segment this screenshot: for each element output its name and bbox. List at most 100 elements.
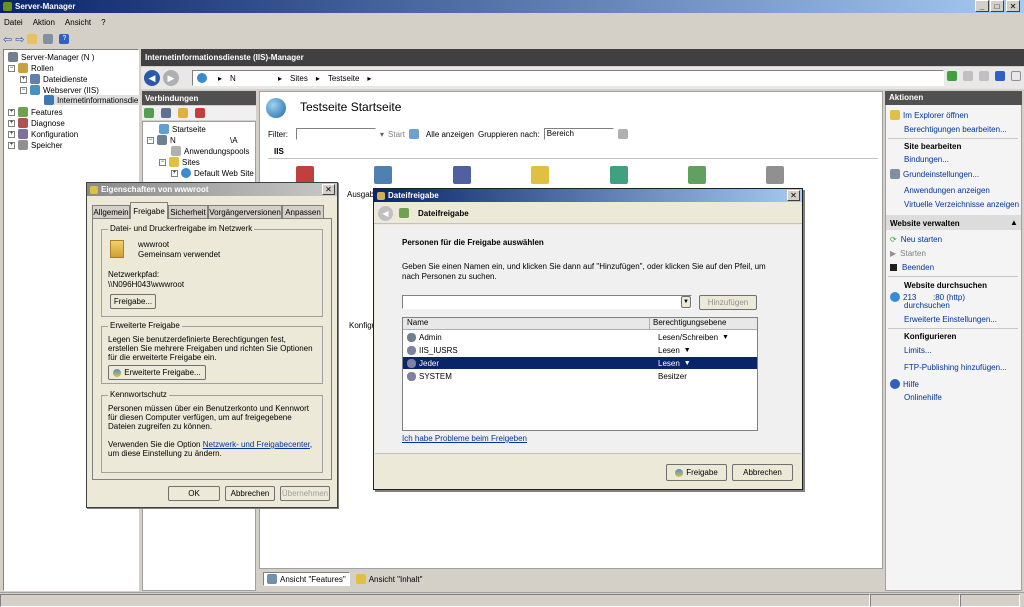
close-button[interactable]: ✕ [1006,0,1020,12]
conn-app-pools[interactable]: Anwendungspools [171,146,249,156]
action-limits[interactable]: Limits... [904,346,932,355]
tree-item-konfiguration[interactable]: + Konfiguration [8,129,78,139]
cancel-button[interactable]: Abbrechen [225,486,275,501]
name-input[interactable] [402,295,692,309]
expand-icon[interactable]: + [8,108,15,116]
permission-dropdown-icon[interactable]: ▼ [684,347,691,354]
action-start[interactable]: ▶ Starten [890,249,926,258]
action-help[interactable]: Hilfe [890,379,919,389]
action-view-apps[interactable]: Anwendungen anzeigen [904,186,990,195]
properties-close-button[interactable]: ✕ [322,184,335,195]
feature-logging-icon[interactable] [688,166,706,184]
expand-icon[interactable]: + [171,169,178,177]
tree-item-diagnose[interactable]: + Diagnose [8,118,65,128]
file-sharing-close-button[interactable]: ✕ [787,190,800,201]
menu-ansicht[interactable]: Ansicht [65,18,91,27]
table-row[interactable]: SYSTEM Besitzer [403,370,757,382]
expand-icon[interactable]: + [8,119,15,127]
minimize-button[interactable]: _ [975,0,989,12]
menu-aktion[interactable]: Aktion [33,18,55,27]
connection-icon[interactable] [195,108,205,118]
permission-dropdown-icon[interactable]: ▼ [684,360,691,367]
share-cancel-button[interactable]: Abbrechen [732,464,793,481]
feature-auth-icon[interactable] [453,166,471,184]
start-filter-icon[interactable]: ▾ [380,130,384,139]
action-open-explorer[interactable]: Im Explorer öffnen [890,110,968,120]
collapse-icon[interactable]: − [8,64,15,72]
apply-button[interactable]: Übernehmen [280,486,330,501]
refresh-icon[interactable] [947,71,957,81]
permission-level[interactable]: Besitzer [654,372,687,381]
ok-button[interactable]: OK [168,486,220,501]
advanced-sharing-button[interactable]: Erweiterte Freigabe... [108,365,206,380]
expand-icon[interactable]: + [8,141,15,149]
table-row[interactable]: Admin Lesen/Schreiben ▼ [403,331,757,343]
share-button[interactable]: Freigabe... [110,294,156,309]
tab-content-view[interactable]: Ansicht "Inhalt" [355,574,422,584]
breadcrumb-site[interactable]: Testseite [328,74,360,83]
menu-help[interactable]: ? [101,18,105,27]
feature-error-icon[interactable] [531,166,549,184]
feature-redirect-icon[interactable] [610,166,628,184]
action-view-vdirs[interactable]: Virtuelle Verzeichnisse anzeigen [904,200,1019,209]
back-icon[interactable]: ◀ [378,205,393,221]
tree-item-dateidienste[interactable]: + Dateidienste [20,74,87,84]
folder-up-icon[interactable] [27,34,38,44]
permission-level[interactable]: Lesen [654,359,680,368]
conn-sites[interactable]: − Sites [159,157,200,167]
help-dropdown-icon[interactable] [995,71,1005,81]
action-online-help[interactable]: Onlinehilfe [904,393,942,402]
conn-startseite[interactable]: Startseite [159,124,206,134]
tab-sicherheit[interactable]: Sicherheit [168,205,208,218]
permission-level[interactable]: Lesen [654,346,680,355]
save-icon[interactable] [161,108,171,118]
forward-icon[interactable]: ⇨ [15,33,24,46]
tree-item-iis-manager[interactable]: Internetinformationsdie [44,95,141,105]
action-ftp[interactable]: FTP-Publishing hinzufügen... [904,363,1007,372]
tab-vorgaengerversionen[interactable]: Vorgängerversionen [208,205,282,218]
view-mode-icon[interactable] [617,129,628,139]
permission-dropdown-icon[interactable]: ▼ [722,334,729,341]
table-row[interactable]: IIS_IUSRS Lesen ▼ [403,344,757,356]
column-name[interactable]: Name [403,318,650,329]
breadcrumb-server[interactable]: N [230,74,270,83]
action-bindings[interactable]: Bindungen... [904,155,949,164]
action-browse-2[interactable]: durchsuchen [904,301,950,310]
folder-icon[interactable] [178,108,188,118]
column-permission-level[interactable]: Berechtigungsebene [650,318,726,329]
permission-level[interactable]: Lesen/Schreiben [654,333,718,342]
group-by-select[interactable]: Bereich [543,128,614,140]
action-advanced-settings[interactable]: Erweiterte Einstellungen... [904,315,997,324]
tree-item-features[interactable]: + Features [8,107,63,117]
tree-root[interactable]: Server-Manager (N ) [8,52,94,62]
maximize-button[interactable]: □ [990,0,1004,12]
action-stop[interactable]: Beenden [890,263,934,272]
conn-default-site[interactable]: + Default Web Site [171,168,254,178]
back-icon[interactable]: ⇦ [3,33,12,46]
collapse-icon[interactable]: − [20,86,27,94]
tab-anpassen[interactable]: Anpassen [282,205,324,218]
table-row[interactable]: Jeder Lesen ▼ [403,357,757,369]
feature-output-icon[interactable] [374,166,392,184]
sharing-problem-link[interactable]: Ich habe Probleme beim Freigeben [402,434,527,443]
conn-server[interactable]: − N \A [147,135,238,145]
tab-features-view[interactable]: Ansicht "Features" [263,572,350,586]
feature-handler-icon[interactable] [766,166,784,184]
expand-icon[interactable]: + [8,130,15,138]
tree-item-rollen[interactable]: − Rollen [8,63,54,73]
action-edit-permissions[interactable]: Berechtigungen bearbeiten... [904,125,1007,134]
name-dropdown-button[interactable]: ▼ [681,296,691,308]
breadcrumb-sites[interactable]: Sites [290,74,308,83]
console-icon[interactable] [43,34,54,44]
collapse-icon[interactable]: − [147,136,154,144]
tab-freigabe[interactable]: Freigabe [130,202,168,219]
action-basic-settings[interactable]: Grundeinstellungen... [890,169,979,179]
tab-allgemein[interactable]: Allgemein [92,205,130,218]
network-center-link[interactable]: Netzwerk- und Freigabecenter [203,440,310,449]
connect-icon[interactable] [144,108,154,118]
expand-icon[interactable]: + [20,75,27,83]
address-bar[interactable]: ▸ N ▸ Sites ▸ Testseite ▸ [192,70,944,86]
add-button[interactable]: Hinzufügen [699,295,757,310]
share-confirm-button[interactable]: Freigabe [666,464,727,481]
iis-back-button[interactable]: ◀ [144,70,160,86]
